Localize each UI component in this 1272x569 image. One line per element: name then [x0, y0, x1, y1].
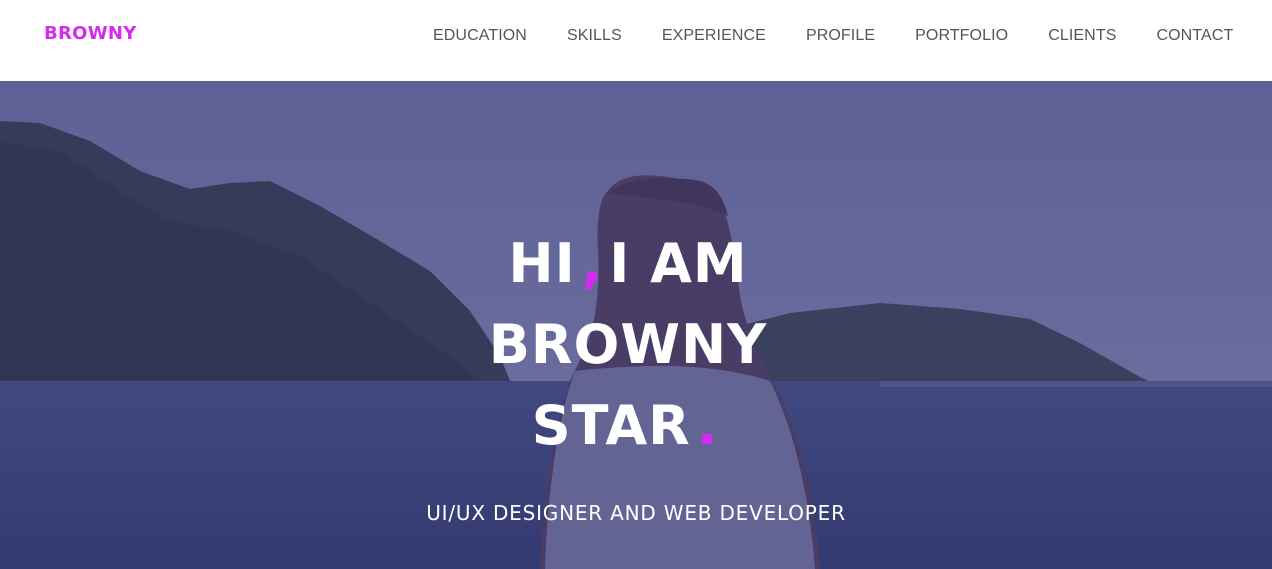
hero-heading-line-1: HI, I AM: [0, 223, 1264, 304]
nav-link-portfolio[interactable]: PORTFOLIO: [915, 25, 1008, 47]
nav-link-contact[interactable]: CONTACT: [1156, 25, 1233, 47]
nav-link-clients[interactable]: CLIENTS: [1048, 25, 1116, 47]
nav-menu: EDUCATION SKILLS EXPERIENCE PROFILE PORT…: [433, 25, 1233, 47]
nav-item-skills: SKILLS: [567, 25, 662, 47]
hero-heading-line-3: STAR.: [0, 385, 1264, 466]
nav-link-education[interactable]: EDUCATION: [433, 25, 527, 47]
nav-link-skills[interactable]: SKILLS: [567, 25, 622, 47]
nav-link-profile[interactable]: PROFILE: [806, 25, 875, 47]
hero-intro: I AM: [609, 232, 748, 295]
hero-comma-accent: ,: [581, 232, 604, 295]
nav-item-education: EDUCATION: [433, 25, 567, 47]
hero-dot-accent: .: [696, 394, 719, 457]
hero-heading-line-2: BROWNY: [488, 313, 768, 376]
navbar: BROWNY EDUCATION SKILLS EXPERIENCE PROFI…: [0, 0, 1272, 81]
nav-item-experience: EXPERIENCE: [662, 25, 806, 47]
hero-section: HI, I AM BROWNY STAR. UI/UX DESIGNER AND …: [0, 81, 1272, 569]
nav-item-portfolio: PORTFOLIO: [915, 25, 1048, 47]
nav-link-experience[interactable]: EXPERIENCE: [662, 25, 766, 47]
nav-item-clients: CLIENTS: [1048, 25, 1156, 47]
nav-item-profile: PROFILE: [806, 25, 915, 47]
brand-logo[interactable]: BROWNY: [44, 23, 137, 45]
hero-subtitle: UI/UX DESIGNER AND WEB DEVELOPER: [426, 501, 846, 525]
hero-greeting: HI: [508, 232, 576, 295]
hero-heading: HI, I AM BROWNY STAR.: [0, 223, 1264, 466]
nav-item-contact: CONTACT: [1156, 25, 1233, 47]
hero-name-last: STAR: [531, 394, 691, 457]
